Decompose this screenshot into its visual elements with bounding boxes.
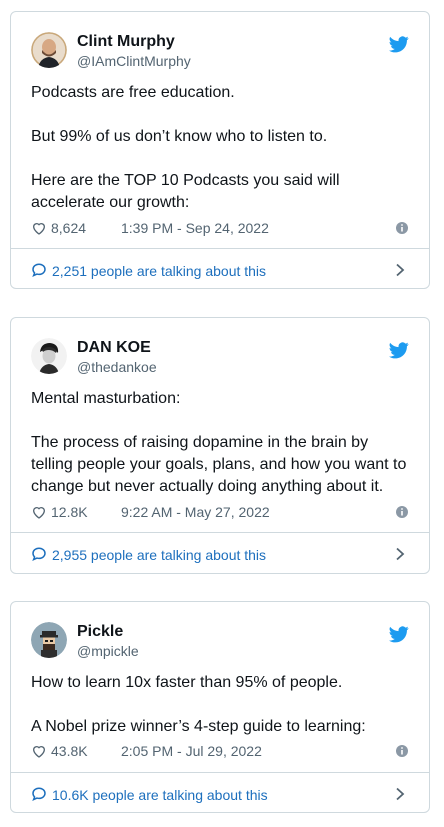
- tweet-paragraph: Here are the TOP 10 Podcasts you said wi…: [31, 172, 340, 211]
- conversation-link[interactable]: 10.6K people are talking about this: [31, 782, 409, 806]
- tweet-timestamp[interactable]: 9:22 AM - May 27, 2022: [121, 504, 270, 520]
- tweet-timestamp[interactable]: 2:05 PM - Jul 29, 2022: [121, 743, 262, 759]
- twitter-bird-icon[interactable]: [389, 36, 409, 53]
- like-count[interactable]: 8,624: [51, 220, 86, 236]
- info-icon[interactable]: [395, 505, 409, 519]
- conversation-link[interactable]: 2,251 people are talking about this: [31, 258, 409, 282]
- tweet-meta: 43.8K 2:05 PM - Jul 29, 2022: [31, 741, 409, 761]
- chevron-right-icon[interactable]: [395, 547, 405, 561]
- author-handle[interactable]: @thedankoe: [77, 359, 157, 375]
- like-count[interactable]: 12.8K: [51, 504, 88, 520]
- divider: [11, 532, 429, 533]
- divider: [11, 772, 429, 773]
- avatar[interactable]: [31, 622, 67, 658]
- tweet-header: Pickle @mpickle: [31, 622, 409, 662]
- author-name[interactable]: Clint Murphy: [77, 33, 175, 51]
- author-name[interactable]: Pickle: [77, 623, 123, 641]
- tweet-timestamp[interactable]: 1:39 PM - Sep 24, 2022: [121, 220, 269, 236]
- avatar[interactable]: [31, 338, 67, 374]
- avatar[interactable]: [31, 32, 67, 68]
- tweet-paragraph: The process of raising dopamine in the b…: [31, 434, 407, 495]
- author-name[interactable]: DAN KOE: [77, 339, 151, 357]
- like-count[interactable]: 43.8K: [51, 743, 88, 759]
- tweet-paragraph: How to learn 10x faster than 95% of peop…: [31, 674, 343, 691]
- tweet-meta: 8,624 1:39 PM - Sep 24, 2022: [31, 218, 409, 238]
- speech-bubble-icon: [32, 787, 46, 802]
- tweet-header: DAN KOE @thedankoe: [31, 338, 409, 378]
- tweet-header: Clint Murphy @IAmClintMurphy: [31, 32, 409, 72]
- talking-count[interactable]: 2,251 people are talking about this: [52, 263, 266, 279]
- speech-bubble-icon: [32, 263, 46, 278]
- tweet-paragraph: But 99% of us don’t know who to listen t…: [31, 128, 328, 145]
- talking-count[interactable]: 2,955 people are talking about this: [52, 547, 266, 563]
- tweet-card[interactable]: Clint Murphy @IAmClintMurphy Podcasts ar…: [10, 11, 430, 289]
- twitter-bird-icon[interactable]: [389, 342, 409, 359]
- heart-icon[interactable]: [31, 220, 47, 236]
- info-icon[interactable]: [395, 744, 409, 758]
- speech-bubble-icon: [32, 547, 46, 562]
- tweet-text: Mental masturbation: The process of rais…: [31, 388, 409, 498]
- twitter-bird-icon[interactable]: [389, 626, 409, 643]
- tweet-text: How to learn 10x faster than 95% of peop…: [31, 672, 409, 738]
- tweet-paragraph: A Nobel prize winner’s 4-step guide to l…: [31, 718, 366, 735]
- heart-icon[interactable]: [31, 504, 47, 520]
- divider: [11, 248, 429, 249]
- talking-count[interactable]: 10.6K people are talking about this: [52, 787, 268, 803]
- tweet-paragraph: Podcasts are free education.: [31, 84, 235, 101]
- heart-icon[interactable]: [31, 743, 47, 759]
- chevron-right-icon[interactable]: [395, 263, 405, 277]
- tweet-card[interactable]: Pickle @mpickle How to learn 10x faster …: [10, 601, 430, 813]
- tweet-paragraph: Mental masturbation:: [31, 390, 181, 407]
- conversation-link[interactable]: 2,955 people are talking about this: [31, 542, 409, 566]
- tweet-text: Podcasts are free education. But 99% of …: [31, 82, 409, 214]
- tweet-card[interactable]: DAN KOE @thedankoe Mental masturbation: …: [10, 317, 430, 574]
- info-icon[interactable]: [395, 221, 409, 235]
- author-handle[interactable]: @mpickle: [77, 643, 139, 659]
- chevron-right-icon[interactable]: [395, 787, 405, 801]
- tweet-meta: 12.8K 9:22 AM - May 27, 2022: [31, 502, 409, 522]
- author-handle[interactable]: @IAmClintMurphy: [77, 53, 191, 69]
